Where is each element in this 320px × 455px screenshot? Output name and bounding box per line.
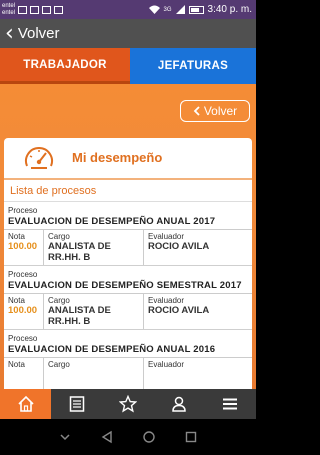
gallery-notification-icon <box>30 5 40 14</box>
process-name: EVALUACION DE DESEMPEÑO ANUAL 2016 <box>8 344 216 355</box>
nav-documents[interactable] <box>51 389 102 419</box>
chevron-left-icon: ‹ <box>5 21 14 46</box>
process-header: Proceso EVALUACION DE DESEMPEÑO ANUAL 20… <box>4 330 252 357</box>
cargo-value: ANALISTA DE RR.HH. B <box>48 241 111 263</box>
nota-cell: Nota <box>4 358 44 389</box>
cargo-label: Cargo <box>48 232 70 241</box>
cargo-label: Cargo <box>48 360 70 369</box>
nota-value: 100.00 <box>8 305 38 316</box>
nota-label: Nota <box>8 360 25 369</box>
evaluador-label: Evaluador <box>148 232 185 241</box>
system-back-icon[interactable] <box>100 430 114 444</box>
menu-icon <box>223 398 238 410</box>
nav-favorites[interactable] <box>102 389 153 419</box>
network-label: 3G <box>163 6 172 13</box>
process-item[interactable]: Proceso EVALUACION DE DESEMPEÑO SEMESTRA… <box>4 266 252 330</box>
process-details: Nota 100.00 Cargo ANALISTA DE RR.HH. B E… <box>4 293 252 329</box>
nav-menu[interactable] <box>205 389 256 419</box>
status-bar: entel entel 3G 3:40 p. m. <box>0 0 256 19</box>
cargo-cell: Cargo <box>44 358 144 389</box>
carrier-labels: entel entel <box>2 3 15 17</box>
evaluador-label: Evaluador <box>148 296 185 305</box>
nav-home[interactable] <box>0 389 52 419</box>
evaluador-value: ROCIO AVILA <box>148 305 210 316</box>
process-item[interactable]: Proceso EVALUACION DE DESEMPEÑO ANUAL 20… <box>4 330 252 389</box>
performance-card: Mi desempeño Lista de procesos Proceso E… <box>4 138 252 389</box>
cargo-cell: Cargo ANALISTA DE RR.HH. B <box>44 230 144 265</box>
back-button[interactable]: ‹ Volver <box>0 19 60 48</box>
tab-trabajador[interactable]: TRABAJADOR <box>0 48 130 84</box>
chevron-left-icon <box>193 106 200 116</box>
volver-button-label: Volver <box>203 104 238 118</box>
tab-jefaturas[interactable]: JEFATURAS <box>130 48 256 84</box>
nota-value: 100.00 <box>8 241 38 252</box>
process-name: EVALUACION DE DESEMPEÑO ANUAL 2017 <box>8 216 216 227</box>
evaluador-label: Evaluador <box>148 360 185 369</box>
status-left: entel entel <box>2 0 64 19</box>
volver-button[interactable]: Volver <box>180 100 250 122</box>
clock: 3:40 p. m. <box>207 4 252 15</box>
card-title: Mi desempeño <box>72 150 163 165</box>
proceso-label: Proceso <box>8 334 38 343</box>
nota-cell: Nota 100.00 <box>4 230 44 265</box>
document-icon <box>69 396 85 412</box>
image-notification-icon <box>18 5 28 14</box>
cargo-value: ANALISTA DE RR.HH. B <box>48 305 111 327</box>
process-item[interactable]: Proceso EVALUACION DE DESEMPEÑO ANUAL 20… <box>4 202 252 266</box>
process-details: Nota 100.00 Cargo ANALISTA DE RR.HH. B E… <box>4 229 252 265</box>
tab-bar: TRABAJADOR JEFATURAS <box>0 48 256 84</box>
process-details: Nota Cargo Evaluador <box>4 357 252 389</box>
wifi-icon <box>148 5 160 14</box>
carrier-top: entel <box>2 2 16 9</box>
nav-profile[interactable] <box>154 389 205 419</box>
system-recents-icon[interactable] <box>184 430 198 444</box>
nota-label: Nota <box>8 296 25 305</box>
nota-label: Nota <box>8 232 25 241</box>
tab-jefaturas-label: JEFATURAS <box>157 60 229 72</box>
app-bar: ‹ Volver <box>0 19 256 48</box>
carrier-bottom: entel <box>2 9 16 16</box>
tab-trabajador-label: TRABAJADOR <box>23 58 107 71</box>
app-notification-icon <box>54 5 64 14</box>
process-header: Proceso EVALUACION DE DESEMPEÑO ANUAL 20… <box>4 202 252 229</box>
process-header: Proceso EVALUACION DE DESEMPEÑO SEMESTRA… <box>4 266 252 293</box>
bottom-navigation <box>0 389 256 419</box>
home-icon <box>18 395 34 412</box>
person-icon <box>172 396 186 412</box>
signal-icon <box>175 5 185 14</box>
process-name: EVALUACION DE DESEMPEÑO SEMESTRAL 2017 <box>8 280 242 291</box>
system-home-icon[interactable] <box>142 430 156 444</box>
back-label: Volver <box>17 25 60 42</box>
speedometer-icon <box>25 147 53 169</box>
evaluador-cell: Evaluador ROCIO AVILA <box>144 230 252 265</box>
collapse-chevron-icon[interactable] <box>58 430 72 444</box>
nota-cell: Nota 100.00 <box>4 294 44 329</box>
list-title: Lista de procesos <box>4 180 252 202</box>
system-navigation <box>0 419 256 455</box>
evaluador-cell: Evaluador <box>144 358 252 389</box>
cargo-label: Cargo <box>48 296 70 305</box>
mail-notification-icon <box>42 5 52 14</box>
status-right: 3G 3:40 p. m. <box>148 0 252 19</box>
main-content: Volver Mi desempeño Lista de procesos Pr… <box>0 84 256 389</box>
battery-icon <box>188 5 204 14</box>
card-header: Mi desempeño <box>4 138 252 178</box>
cargo-cell: Cargo ANALISTA DE RR.HH. B <box>44 294 144 329</box>
evaluador-value: ROCIO AVILA <box>148 241 210 252</box>
proceso-label: Proceso <box>8 206 38 215</box>
evaluador-cell: Evaluador ROCIO AVILA <box>144 294 252 329</box>
proceso-label: Proceso <box>8 270 38 279</box>
star-icon <box>119 395 137 413</box>
